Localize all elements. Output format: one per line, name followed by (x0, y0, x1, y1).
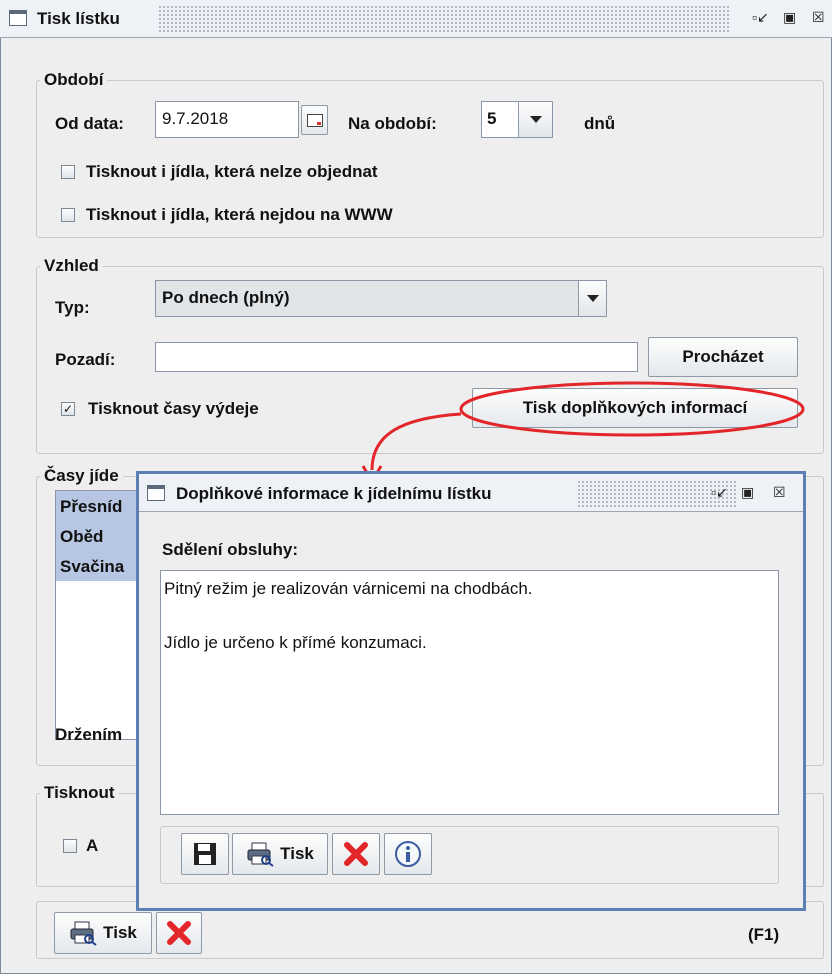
titlebar-grip (158, 5, 730, 33)
main-titlebar[interactable]: Tisk lístku ▫↙ ▣ ☒ (0, 0, 832, 38)
info-button[interactable] (384, 833, 432, 875)
floppy-icon (194, 843, 216, 865)
save-button[interactable] (181, 833, 229, 875)
dialog-title: Doplňkové informace k jídelnímu lístku (176, 484, 492, 503)
cancel-button[interactable] (156, 912, 202, 954)
from-date-label: Od data: (55, 114, 124, 133)
list-item[interactable]: Přesníd (56, 491, 144, 521)
period-select-value: 5 (487, 109, 497, 128)
times-list[interactable]: Přesníd Oběd Svačina (55, 490, 145, 740)
print-button[interactable]: Tisk (54, 912, 152, 954)
not-www-checkbox[interactable] (61, 208, 75, 222)
maximize-icon[interactable]: ▣ (783, 9, 796, 26)
list-item[interactable]: Oběd (56, 521, 144, 551)
type-select[interactable]: Po dnech (plný) (155, 280, 607, 317)
extra-info-button[interactable]: Tisk doplňkových informací (472, 388, 798, 428)
times-legend: Časy jíde (40, 466, 123, 486)
list-item[interactable]: Svačina (56, 551, 144, 581)
maximize-icon[interactable]: ▣ (741, 484, 754, 501)
shortcut-label: (F1) (748, 925, 780, 944)
dialog-cancel-button[interactable] (332, 833, 380, 875)
info-icon (395, 841, 421, 867)
print-times-checkbox[interactable]: ✓ (61, 402, 75, 416)
calendar-button[interactable] (301, 105, 328, 135)
print-times-label: Tisknout časy výdeje (88, 399, 259, 418)
printer-icon (247, 842, 274, 867)
close-icon[interactable]: ☒ (812, 9, 825, 26)
main-window-title: Tisk lístku (37, 9, 120, 28)
not-orderable-checkbox[interactable] (61, 165, 75, 179)
period-select[interactable]: 5 (481, 101, 553, 138)
a-checkbox-label: A (86, 836, 99, 855)
chevron-down-icon[interactable] (518, 102, 552, 137)
days-label: dnů (584, 114, 616, 133)
printer-icon (70, 921, 97, 946)
minimize-icon[interactable]: ▫↙ (752, 9, 769, 26)
minimize-icon[interactable]: ▫↙ (711, 484, 728, 501)
dialog-print-label: Tisk (280, 844, 314, 863)
not-orderable-label: Tisknout i jídla, která nelze objednat (86, 162, 378, 181)
window-icon (147, 485, 165, 501)
look-legend: Vzhled (40, 256, 103, 276)
times-hint: Držením (55, 725, 123, 744)
print-button-label: Tisk (103, 923, 137, 942)
dialog-titlebar[interactable]: Doplňkové informace k jídelnímu lístku ▫… (139, 474, 803, 512)
a-checkbox[interactable] (63, 839, 77, 853)
browse-button[interactable]: Procházet (648, 337, 798, 377)
from-date-input[interactable]: 9.7.2018 (155, 101, 299, 138)
type-select-value: Po dnech (plný) (162, 288, 290, 307)
not-www-label: Tisknout i jídla, která nejdou na WWW (86, 205, 393, 224)
background-input[interactable] (155, 342, 638, 372)
period-legend: Období (40, 70, 108, 90)
dialog-print-button[interactable]: Tisk (232, 833, 328, 875)
period-label: Na období: (348, 114, 437, 133)
message-line-2: Jídlo je určeno k přímé konzumaci. (164, 633, 427, 652)
chevron-down-icon[interactable] (578, 281, 606, 316)
message-label: Sdělení obsluhy: (162, 540, 299, 559)
calendar-icon (306, 113, 323, 127)
background-label: Pozadí: (55, 350, 116, 369)
message-line-1: Pitný režim je realizován várnicemi na c… (164, 579, 533, 598)
print-legend: Tisknout (40, 783, 119, 803)
type-label: Typ: (55, 298, 90, 317)
window-icon (9, 10, 27, 26)
close-icon[interactable]: ☒ (773, 484, 786, 501)
message-textarea[interactable]: Pitný režim je realizován várnicemi na c… (160, 570, 779, 815)
red-x-icon (344, 842, 368, 866)
red-x-icon (167, 921, 191, 945)
